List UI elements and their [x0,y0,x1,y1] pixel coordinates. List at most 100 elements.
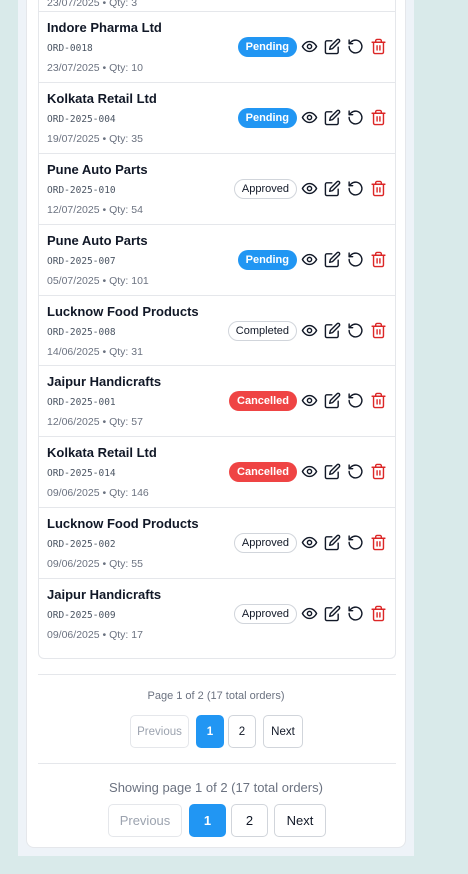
edit-order-button[interactable] [324,38,341,55]
order-code: ORD-2025-002 [47,539,116,551]
order-qty: 57 [131,416,143,429]
customer-name: Jaipur Handicrafts [47,374,162,390]
rotate-ccw-icon [348,110,363,125]
reset-order-button[interactable] [347,180,364,197]
next-page-button-small[interactable]: Next [263,715,303,748]
meta-separator: • Qty: [99,0,132,9]
order-row: Pune Auto Parts ORD-2025-007 05/07/2025 • … [39,223,395,295]
reset-order-button[interactable] [347,38,364,55]
rotate-ccw-icon [348,535,363,550]
eye-icon [301,253,318,265]
meta-separator: • Qty: [99,132,132,145]
edit-order-button[interactable] [324,534,341,551]
view-order-button[interactable] [301,392,318,409]
orders-panel: 23/07/2025 • Qty: 3 Indore Pharma Ltd ORD-… [18,0,414,856]
order-row: Lucknow Food Products ORD-2025-002 09/06/2… [39,507,395,578]
status-badge: Approved [233,533,297,554]
order-meta: 14/06/2025 • Qty: 31 [47,346,143,358]
delete-order-button[interactable] [370,392,387,409]
delete-order-button[interactable] [370,463,387,480]
order-date: 12/07/2025 [47,203,100,216]
view-order-button[interactable] [301,38,318,55]
view-order-button[interactable] [301,605,318,622]
order-qty: 54 [131,203,143,216]
eye-icon [301,182,318,194]
order-qty: 10 [131,62,143,74]
page-1-button[interactable]: 1 [189,804,226,837]
page-2-button-small[interactable]: 2 [228,715,256,748]
rotate-ccw-icon [348,606,363,621]
delete-order-button[interactable] [370,251,387,268]
meta-separator: • Qty: [99,416,132,429]
order-code: ORD-2025-010 [47,184,116,196]
reset-order-button[interactable] [347,392,364,409]
order-meta: 09/06/2025 • Qty: 17 [47,629,143,641]
order-date: 09/06/2025 [47,558,100,571]
delete-order-button[interactable] [370,180,387,197]
order-meta: 12/07/2025 • Qty: 54 [47,204,143,216]
reset-order-button[interactable] [347,109,364,126]
delete-order-button[interactable] [370,109,387,126]
customer-name: Lucknow Food Products [47,516,199,532]
order-meta: 12/06/2025 • Qty: 57 [47,416,143,428]
order-code: ORD-2025-001 [47,397,116,409]
eye-icon [301,395,318,407]
row-actions [301,251,387,268]
customer-name: Lucknow Food Products [47,303,199,319]
rotate-ccw-icon [348,393,363,409]
page-2-button[interactable]: 2 [231,804,268,837]
edit-order-button[interactable] [324,392,341,409]
reset-order-button[interactable] [347,534,364,551]
trash-icon [371,322,386,338]
eye-icon [301,40,318,53]
reset-order-button[interactable] [347,605,364,622]
order-date: 09/06/2025 [47,487,100,500]
eye-icon [301,111,318,124]
order-row: Lucknow Food Products ORD-2025-008 14/06/2… [39,294,395,366]
order-qty: 3 [131,0,138,9]
view-order-button[interactable] [301,463,318,480]
order-code: ORD-2025-009 [47,610,116,622]
order-meta: 19/07/2025 • Qty: 35 [47,133,143,145]
edit-order-button[interactable] [324,251,341,268]
edit-order-button[interactable] [324,605,341,622]
status-badge: Approved [233,604,297,625]
row-actions [301,605,387,622]
order-row: Pune Auto Parts ORD-2025-010 12/07/2025 • … [39,152,395,224]
reset-order-button[interactable] [347,463,364,480]
reset-order-button[interactable] [347,251,364,268]
status-badge: Pending [237,37,297,57]
trash-icon [371,180,386,197]
delete-order-button[interactable] [370,605,387,622]
edit-order-button[interactable] [324,463,341,480]
edit-order-button[interactable] [324,109,341,126]
order-row: Jaipur Handicrafts ORD-2025-009 09/06/2025… [39,578,395,649]
view-order-button[interactable] [301,322,318,339]
delete-order-button[interactable] [370,38,387,55]
order-qty: 55 [131,558,143,571]
next-page-button[interactable]: Next [274,804,326,837]
meta-separator: • Qty: [99,274,132,287]
rotate-ccw-icon [348,464,363,479]
previous-page-button[interactable]: Previous [108,804,182,837]
view-order-button[interactable] [301,534,318,551]
page-1-button-small[interactable]: 1 [196,715,224,748]
view-order-button[interactable] [301,251,318,268]
edit-order-button[interactable] [324,180,341,197]
meta-separator: • Qty: [99,558,132,571]
order-date: 19/07/2025 [47,132,100,145]
order-code: ORD-2025-007 [47,255,116,267]
order-row: Kolkata Retail Ltd ORD-2025-014 09/06/2025… [39,436,395,507]
status-badge: Completed [227,320,297,341]
customer-name: Kolkata Retail Ltd [47,445,157,461]
order-meta: 23/07/2025 • Qty: 3 [47,0,137,9]
edit-icon [324,38,341,55]
edit-order-button[interactable] [324,322,341,339]
view-order-button[interactable] [301,109,318,126]
previous-page-button-small[interactable]: Previous [130,715,189,748]
order-date: 12/06/2025 [47,416,100,429]
view-order-button[interactable] [301,180,318,197]
delete-order-button[interactable] [370,322,387,339]
delete-order-button[interactable] [370,534,387,551]
reset-order-button[interactable] [347,322,364,339]
